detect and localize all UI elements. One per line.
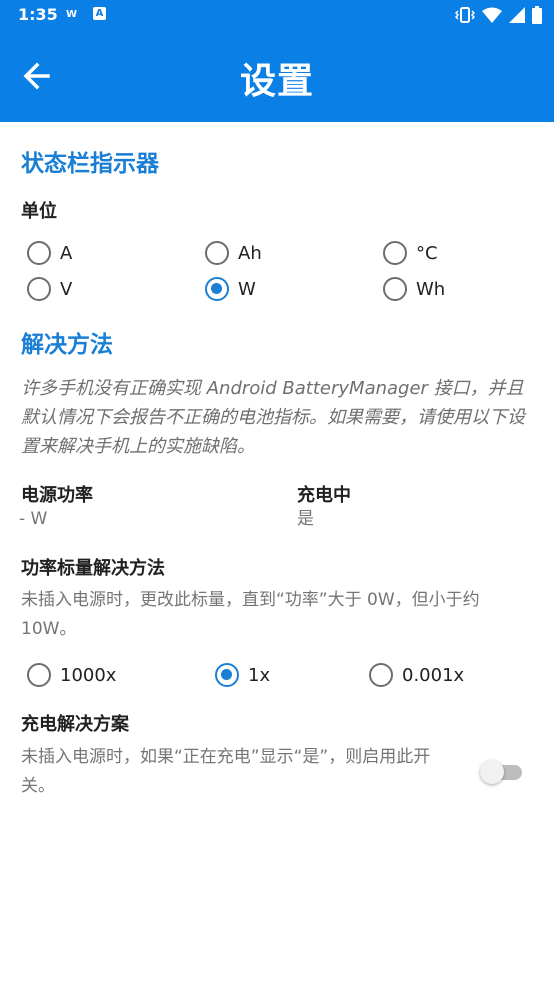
section-title-indicator: 状态栏指示器 [21,151,159,177]
charging-value: 是 [297,509,314,529]
radio-circle [383,241,407,265]
radio-unit-v[interactable]: V [27,277,72,301]
radio-label: 1000x [60,664,117,686]
status-time: 1:35 [18,5,58,24]
charging-label: 充电中 [297,485,351,506]
radio-unit-celsius[interactable]: °C [383,241,438,265]
radio-circle [27,663,51,687]
charge-fix-toggle[interactable] [480,760,522,786]
radio-label: V [60,278,73,300]
section-title-workaround: 解决方法 [21,332,113,358]
radio-unit-ah[interactable]: Ah [205,241,262,265]
status-bar: 1:35 W A [0,0,554,30]
power-scale-description: 未插入电源时，更改此标量，直到“功率”大于 0W，但小于约 10W。 [21,590,480,639]
signal-icon [509,7,525,23]
charge-fix-description: 未插入电源时，如果“正在充电”显示“是”，则启用此开关。 [21,747,431,796]
page-title: 设置 [239,61,314,102]
radio-scale-0001x[interactable]: 0.001x [369,663,464,687]
radio-unit-w[interactable]: W [205,277,256,301]
notification-w-icon: W [66,9,78,20]
radio-circle [205,241,229,265]
power-value: - W [19,509,48,529]
toggle-thumb [480,760,504,784]
charge-fix-title: 充电解决方案 [21,714,129,735]
radio-unit-a[interactable]: A [27,241,72,265]
radio-unit-wh[interactable]: Wh [383,277,445,301]
radio-circle [27,241,51,265]
radio-scale-1000x[interactable]: 1000x [27,663,116,687]
wifi-icon [482,7,502,23]
battery-icon [532,6,542,24]
radio-label: 1x [248,664,271,686]
power-label: 电源功率 [21,485,93,506]
app-bar: 设置 [0,30,554,122]
workaround-description: 许多手机没有正确实现 Android BatteryManager 接口，并且默… [21,378,525,457]
radio-label: W [238,278,256,300]
power-scale-title: 功率标量解决方法 [21,558,165,579]
notification-a-icon: A [93,7,106,20]
radio-circle [27,277,51,301]
radio-circle [205,277,229,301]
radio-scale-1x[interactable]: 1x [215,663,270,687]
radio-circle [215,663,239,687]
radio-circle [369,663,393,687]
unit-label: 单位 [21,201,57,222]
radio-label: Wh [416,278,446,300]
radio-label: A [60,242,73,264]
system-icons [455,6,542,24]
vibrate-icon [455,7,475,23]
radio-label: °C [416,242,438,264]
radio-circle [383,277,407,301]
radio-label: Ah [238,242,262,264]
radio-label: 0.001x [402,664,465,686]
